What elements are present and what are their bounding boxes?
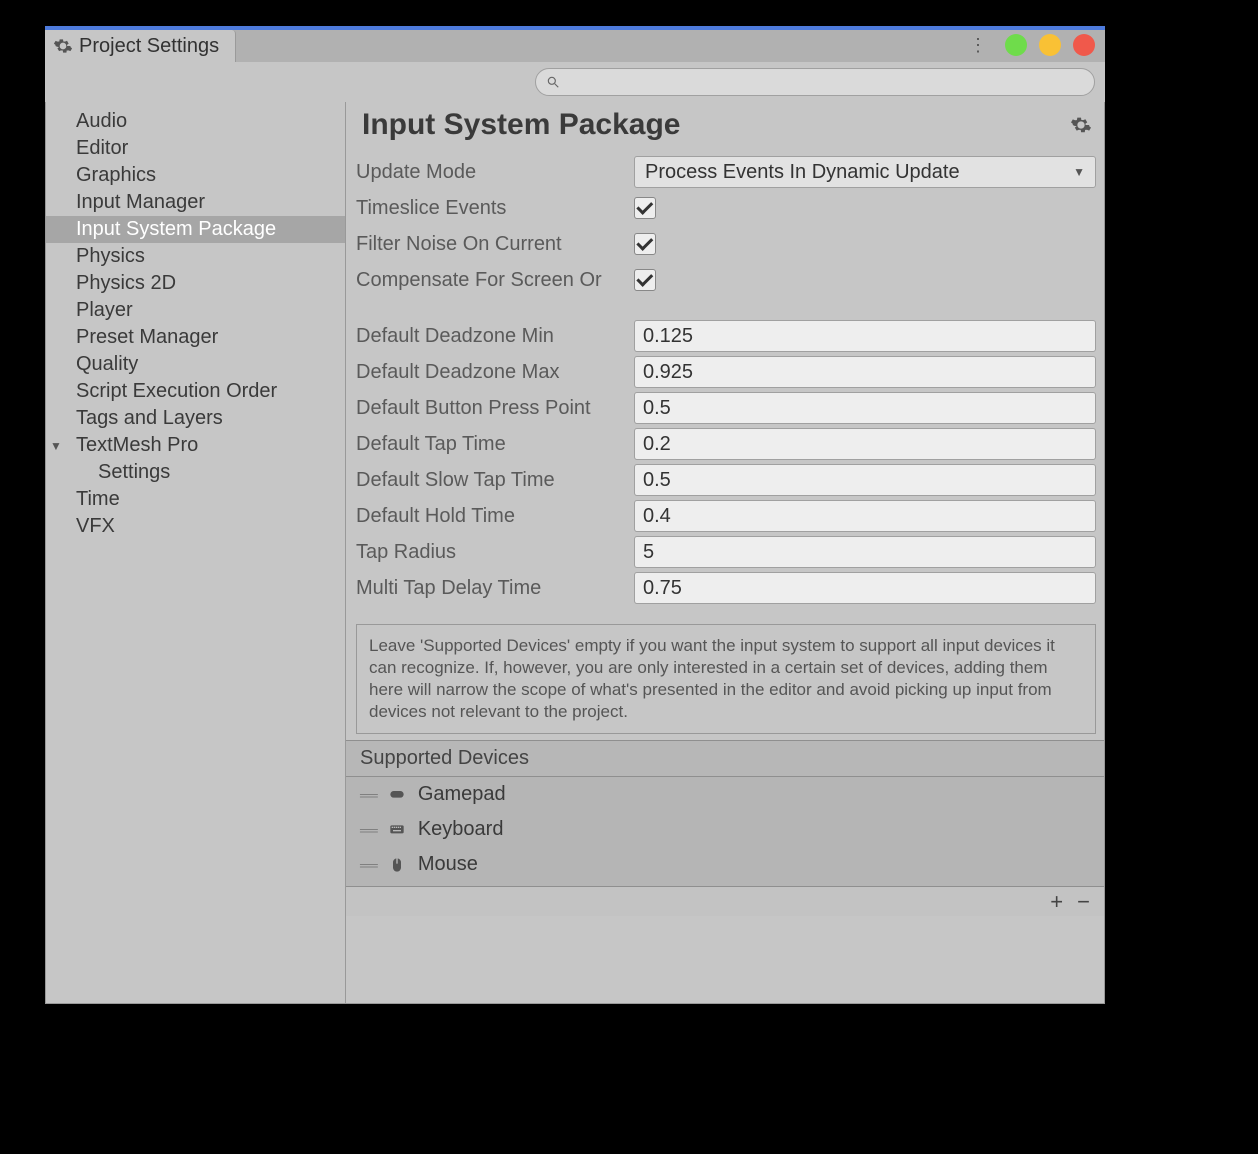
sidebar-item-player[interactable]: Player (46, 297, 345, 324)
input-multi-tap[interactable] (634, 572, 1096, 604)
sidebar-item-script-execution-order[interactable]: Script Execution Order (46, 378, 345, 405)
search-input[interactable] (566, 73, 1084, 91)
sidebar-item-input-manager[interactable]: Input Manager (46, 189, 345, 216)
settings-rows: Update Mode Process Events In Dynamic Up… (346, 154, 1104, 606)
sidebar-item-editor[interactable]: Editor (46, 135, 345, 162)
label-timeslice: Timeslice Events (356, 197, 634, 220)
label-hold-time: Default Hold Time (356, 505, 634, 528)
tab-title: Project Settings (79, 35, 219, 58)
search-icon (546, 75, 560, 89)
device-label: Mouse (418, 853, 478, 876)
mouse-icon (386, 854, 408, 876)
device-item-mouse[interactable]: ══ Mouse (346, 847, 1104, 882)
label-deadzone-max: Default Deadzone Max (356, 361, 634, 384)
chevron-down-icon[interactable]: ▼ (50, 439, 62, 453)
gear-icon (53, 36, 73, 56)
keyboard-icon (386, 819, 408, 841)
label-compensate: Compensate For Screen Or (356, 269, 634, 292)
input-slow-tap[interactable] (634, 464, 1096, 496)
minimize-button[interactable] (1005, 34, 1027, 56)
sidebar-item-label: Graphics (76, 164, 156, 187)
sidebar-item-preset-manager[interactable]: Preset Manager (46, 324, 345, 351)
titlebar: Project Settings ⋮ (45, 26, 1105, 62)
checkbox-compensate[interactable] (634, 269, 656, 291)
drag-handle-icon[interactable]: ══ (360, 787, 376, 803)
drag-handle-icon[interactable]: ══ (360, 857, 376, 873)
search-box[interactable] (535, 68, 1095, 96)
input-press-point[interactable] (634, 392, 1096, 424)
sidebar-item-label: Script Execution Order (76, 380, 277, 403)
device-item-keyboard[interactable]: ══ Keyboard (346, 812, 1104, 847)
sidebar-item-label: Preset Manager (76, 326, 218, 349)
search-bar (45, 62, 1105, 102)
kebab-icon[interactable]: ⋮ (969, 35, 987, 56)
sidebar-item-label: Audio (76, 110, 127, 133)
tab-project-settings[interactable]: Project Settings (45, 30, 236, 62)
sidebar-item-label: Input System Package (76, 218, 276, 241)
sidebar-item-label: Player (76, 299, 133, 322)
window-controls: ⋮ (969, 34, 1095, 56)
sidebar-item-label: Physics (76, 245, 145, 268)
list-footer: + − (346, 886, 1104, 916)
input-tap-time[interactable] (634, 428, 1096, 460)
sidebar-item-time[interactable]: Time (46, 486, 345, 513)
sidebar: Audio Editor Graphics Input Manager Input Sy… (46, 102, 346, 1003)
sidebar-item-label: Settings (98, 461, 170, 484)
label-tap-radius: Tap Radius (356, 541, 634, 564)
select-update-mode-value: Process Events In Dynamic Update (645, 161, 960, 184)
sidebar-item-settings[interactable]: Settings (46, 459, 345, 486)
project-settings-window: Project Settings ⋮ Audio Editor Graphics In… (45, 26, 1105, 1004)
label-press-point: Default Button Press Point (356, 397, 634, 420)
sidebar-item-tags-and-layers[interactable]: Tags and Layers (46, 405, 345, 432)
close-button[interactable] (1073, 34, 1095, 56)
content: Audio Editor Graphics Input Manager Input Sy… (45, 102, 1105, 1004)
checkbox-filter-noise[interactable] (634, 233, 656, 255)
sidebar-item-physics[interactable]: Physics (46, 243, 345, 270)
panel-settings-icon[interactable] (1070, 114, 1092, 136)
supported-devices-list: ══ Gamepad ══ Keyboard ══ Mouse (346, 777, 1104, 886)
sidebar-item-label: Editor (76, 137, 128, 160)
maximize-button[interactable] (1039, 34, 1061, 56)
sidebar-item-vfx[interactable]: VFX (46, 513, 345, 540)
gamepad-icon (386, 784, 408, 806)
label-filter-noise: Filter Noise On Current (356, 233, 634, 256)
drag-handle-icon[interactable]: ══ (360, 822, 376, 838)
label-deadzone-min: Default Deadzone Min (356, 325, 634, 348)
sidebar-item-label: VFX (76, 515, 115, 538)
device-label: Keyboard (418, 818, 504, 841)
label-tap-time: Default Tap Time (356, 433, 634, 456)
main-panel: Input System Package Update Mode Process… (346, 102, 1104, 1003)
checkbox-timeslice[interactable] (634, 197, 656, 219)
sidebar-item-graphics[interactable]: Graphics (46, 162, 345, 189)
sidebar-item-label: Input Manager (76, 191, 205, 214)
remove-button[interactable]: − (1077, 889, 1090, 915)
label-update-mode: Update Mode (356, 161, 634, 184)
sidebar-item-textmesh-pro[interactable]: ▼ TextMesh Pro (46, 432, 345, 459)
sidebar-item-quality[interactable]: Quality (46, 351, 345, 378)
sidebar-item-label: Time (76, 488, 120, 511)
page-title: Input System Package (362, 108, 1070, 142)
chevron-down-icon: ▼ (1073, 165, 1085, 179)
device-item-gamepad[interactable]: ══ Gamepad (346, 777, 1104, 812)
label-slow-tap: Default Slow Tap Time (356, 469, 634, 492)
input-deadzone-max[interactable] (634, 356, 1096, 388)
label-multi-tap: Multi Tap Delay Time (356, 577, 634, 600)
device-label: Gamepad (418, 783, 506, 806)
sidebar-item-label: TextMesh Pro (76, 434, 198, 457)
add-button[interactable]: + (1050, 889, 1063, 915)
sidebar-item-audio[interactable]: Audio (46, 108, 345, 135)
sidebar-item-physics-2d[interactable]: Physics 2D (46, 270, 345, 297)
input-hold-time[interactable] (634, 500, 1096, 532)
sidebar-item-label: Physics 2D (76, 272, 176, 295)
supported-devices-header: Supported Devices (346, 740, 1104, 777)
sidebar-item-label: Tags and Layers (76, 407, 223, 430)
sidebar-item-input-system-package[interactable]: Input System Package (46, 216, 345, 243)
help-text: Leave 'Supported Devices' empty if you w… (356, 624, 1096, 734)
input-deadzone-min[interactable] (634, 320, 1096, 352)
input-tap-radius[interactable] (634, 536, 1096, 568)
sidebar-item-label: Quality (76, 353, 138, 376)
select-update-mode[interactable]: Process Events In Dynamic Update ▼ (634, 156, 1096, 188)
